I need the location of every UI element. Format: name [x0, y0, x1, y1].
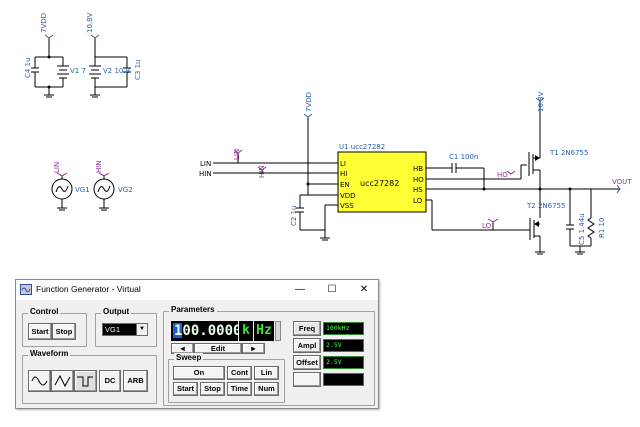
c3-label: C3 1u [134, 60, 142, 80]
sweep-cont-button[interactable]: Cont [227, 366, 252, 380]
function-generator-app-icon [20, 284, 32, 295]
sweep-group: Sweep On Cont Lin Start Stop Time Num [168, 353, 285, 403]
control-group: Control Start Stop [22, 307, 87, 347]
offset-value: 2.5V [323, 356, 364, 369]
v1-label: V1 7 [70, 67, 86, 75]
stop-button[interactable]: Stop [52, 323, 76, 340]
pin-lo: LO [413, 197, 423, 205]
sweep-stop-button[interactable]: Stop [200, 382, 225, 396]
sine-wave-icon [31, 376, 48, 386]
v2-label: V2 10.8 [103, 67, 130, 75]
waveform-group: Waveform DC ARB [22, 349, 157, 404]
pin-en: EN [340, 181, 350, 189]
vg2-label: VG2 [118, 186, 133, 194]
vg1-label: VG1 [75, 186, 90, 194]
unit-display[interactable]: Hz [254, 321, 274, 341]
pin-hi: HI [340, 170, 347, 178]
output-select[interactable]: VG1 ▼ [102, 323, 148, 336]
hin-flag-label: HIN [258, 165, 266, 178]
pin-vdd: VDD [340, 192, 356, 200]
minimize-button[interactable]: — [286, 280, 314, 300]
vdd-u1-label: 7VDD [305, 92, 313, 112]
c4-label: C4 1u [24, 58, 32, 78]
ampl-button[interactable]: Ampl [293, 338, 321, 353]
waveform-title: Waveform [28, 349, 71, 358]
window-title-bar[interactable]: Function Generator - Virtual — ☐ ✕ [16, 280, 378, 300]
v108-right-label: 10.8V [537, 91, 545, 112]
lin-port-label: LIN [200, 160, 211, 168]
blank-param-button[interactable] [293, 372, 321, 387]
freq-value: 100kHz [323, 322, 364, 335]
lin-net-label: LIN [53, 162, 61, 173]
t2-label: T2 2N6755 [526, 202, 565, 210]
v108-label: 10.8V [86, 12, 94, 33]
pin-vss: VSS [340, 202, 354, 210]
dc-button[interactable]: DC [99, 370, 121, 392]
blank-param-value [323, 373, 364, 386]
sweep-on-button[interactable]: On [173, 366, 225, 380]
square-wave-icon [77, 376, 93, 387]
pin-ho: HO [413, 176, 424, 184]
lo-label: LO [482, 222, 492, 230]
maximize-button[interactable]: ☐ [318, 280, 346, 300]
triangle-wave-button[interactable] [51, 370, 74, 392]
value-text: 100.0000 [174, 323, 242, 339]
prefix-display[interactable]: k [239, 321, 253, 341]
output-select-value: VG1 [105, 325, 121, 334]
sine-wave-button[interactable] [28, 370, 51, 392]
control-title: Control [28, 307, 61, 316]
value-scrollbar[interactable] [275, 321, 281, 341]
c5-label: C5 1.44u [578, 213, 586, 245]
sweep-title: Sweep [174, 353, 204, 362]
pin-li: LI [340, 160, 346, 168]
pin-hs: HS [413, 186, 423, 194]
lin-flag-label: LIN [233, 149, 241, 160]
chevron-down-icon[interactable]: ▼ [136, 324, 147, 335]
start-button[interactable]: Start [28, 323, 52, 340]
close-button[interactable]: ✕ [350, 280, 378, 300]
pin-hb: HB [413, 165, 423, 173]
c1-label: C1 100n [449, 153, 478, 161]
arrow-right-button[interactable]: ► [242, 343, 265, 354]
u1-title-label: U1 ucc27282 [339, 143, 385, 151]
vout-label: VOUT [612, 178, 632, 186]
hin-net-label: HIN [95, 160, 103, 173]
ho-label: HO [497, 171, 508, 179]
function-generator-window[interactable]: Function Generator - Virtual — ☐ ✕ Contr… [15, 279, 379, 409]
vdd7-label: 7VDD [40, 13, 48, 33]
square-wave-button[interactable] [74, 370, 97, 392]
output-group: Output VG1 ▼ [95, 307, 157, 347]
ampl-value: 2.5V [323, 339, 364, 352]
triangle-wave-icon [54, 374, 71, 388]
arrow-left-icon: ◄ [178, 344, 187, 353]
sweep-start-button[interactable]: Start [173, 382, 198, 396]
freq-button[interactable]: Freq [293, 321, 321, 336]
sweep-lin-button[interactable]: Lin [254, 366, 279, 380]
sweep-num-button[interactable]: Num [254, 382, 279, 396]
window-title: Function Generator - Virtual [36, 284, 141, 294]
arb-button[interactable]: ARB [123, 370, 148, 392]
hin-port-label: HIN [199, 170, 212, 178]
r1-label: R1 10 [598, 218, 606, 238]
c2-label: C2 1u [290, 206, 298, 226]
output-title: Output [101, 307, 132, 316]
value-display[interactable]: 100.0000 [171, 321, 242, 341]
sweep-time-button[interactable]: Time [227, 382, 252, 396]
arrow-right-icon: ► [249, 344, 258, 353]
chip-name-label: ucc27282 [360, 179, 399, 188]
parameters-title: Parameters [169, 305, 217, 314]
t1-label: T1 2N6755 [549, 149, 588, 157]
parameters-group: Parameters 100.0000 k Hz ◄ Edit ► Freq 1… [163, 305, 375, 406]
offset-button[interactable]: Offset [293, 355, 321, 370]
